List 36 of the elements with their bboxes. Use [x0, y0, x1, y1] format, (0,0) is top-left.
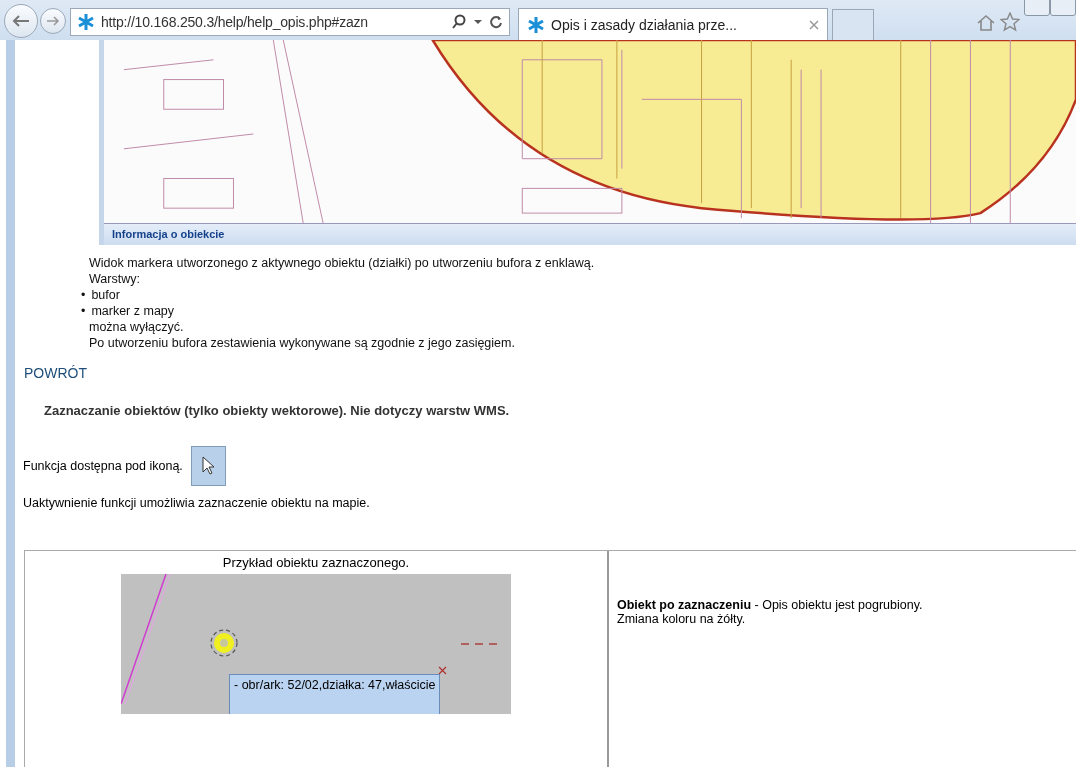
body-text: Po utworzeniu bufora zestawienia wykonywane są zgodnie z jego zasięgiem. — [89, 335, 516, 351]
description-text: Obiekt po zaznaczeniu - Opis obiektu jest pogrubiony. Zmiana koloru na żółty. — [617, 598, 924, 626]
body-text: można wyłączyć. — [89, 319, 185, 335]
back-button[interactable] — [4, 4, 38, 38]
pointer-tool-button[interactable] — [190, 446, 226, 486]
forward-button[interactable] — [40, 8, 66, 34]
search-icon[interactable] — [451, 14, 467, 30]
address-text: http://10.168.250.3/help/help_opis.php#zazn — [101, 14, 369, 30]
browser-tab[interactable]: Opis i zasady działania prze... — [518, 8, 828, 40]
image-caption: Przykład obiektu zaznaczonego. — [222, 555, 410, 570]
address-bar[interactable]: http://10.168.250.3/help/help_opis.php#zazn — [70, 8, 510, 36]
star-icon[interactable] — [1000, 12, 1020, 32]
panel-header: Informacja o obiekcie — [104, 223, 1076, 245]
close-icon[interactable] — [809, 19, 819, 30]
back-arrow-icon — [11, 14, 31, 28]
section-heading: Zaznaczanie obiektów (tylko obiekty wektorowe). Nie dotyczy warstw WMS. — [44, 403, 511, 418]
home-icon[interactable] — [976, 14, 996, 32]
bullet-marker: • — [81, 287, 86, 303]
body-text: Uaktywnienie funkcji umożliwia zaznaczenie obiektu na mapie. — [23, 496, 371, 510]
list-item: bufor — [91, 287, 120, 303]
tooltip: - obr/ark: 52/02,działka: 47,właścicie — [229, 674, 441, 714]
maximize-button[interactable] — [1050, 0, 1076, 16]
refresh-icon[interactable] — [489, 15, 503, 29]
new-tab-button[interactable] — [832, 9, 874, 40]
body-text: Warstwy: — [89, 271, 141, 287]
body-text: Widok markera utworzonego z aktywnego obiektu (działki) po utworzeniu bufora z enklawą. — [89, 255, 596, 271]
back-link[interactable]: POWRÓT — [24, 365, 87, 381]
dropdown-icon[interactable] — [473, 18, 483, 26]
asterisk-icon — [527, 15, 545, 34]
list-item: marker z mapy — [91, 303, 175, 319]
cursor-icon — [201, 456, 216, 476]
minimize-button[interactable] — [1024, 0, 1050, 16]
asterisk-icon — [77, 13, 95, 31]
bullet-marker: • — [81, 303, 86, 319]
body-text: Funkcja dostępna pod ikoną. — [23, 459, 183, 473]
forward-arrow-icon — [46, 16, 60, 26]
